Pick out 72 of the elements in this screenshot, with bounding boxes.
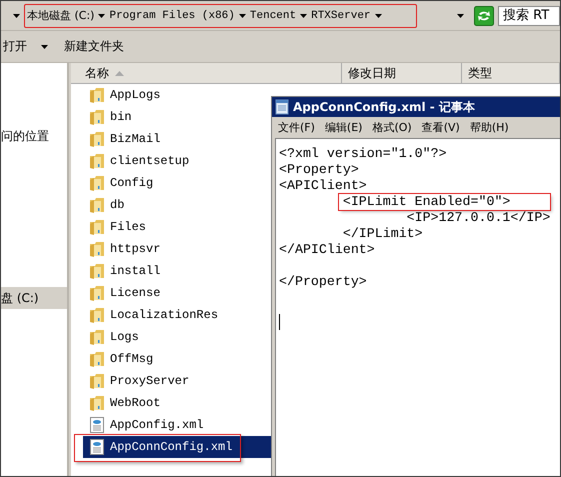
- sidebar-item[interactable]: 问的位置: [1, 125, 67, 147]
- dropdown-arrow-icon: [13, 14, 20, 18]
- text-cursor: [279, 314, 280, 330]
- code-line: <IP>127.0.0.1</IP>: [406, 210, 550, 226]
- text-area[interactable]: <?xml version="1.0"?> <Property> <APIClient> <IPLimit Enabled="0"> <IP>127.0.0.1</IP> </IPLimit> </APIClient> </Property>: [275, 138, 560, 476]
- file-item[interactable]: Config: [71, 172, 236, 194]
- folder-icon: [89, 307, 105, 323]
- file-item[interactable]: LocalizationRes: [71, 304, 236, 326]
- file-item[interactable]: httpsvr: [71, 238, 236, 260]
- file-item[interactable]: BizMail: [71, 128, 236, 150]
- folder-icon: [89, 241, 105, 257]
- menu-item[interactable]: 帮助(H): [470, 120, 509, 134]
- file-item[interactable]: db: [71, 194, 236, 216]
- document-icon: [89, 439, 105, 455]
- menu-item[interactable]: 查看(V): [422, 120, 460, 134]
- column-header[interactable]: 修改日期: [342, 63, 462, 83]
- column-header[interactable]: 类型: [462, 63, 560, 83]
- dropdown-arrow-icon: [98, 14, 106, 18]
- code-line: </APIClient>: [279, 242, 375, 258]
- dropdown-arrow-icon: [457, 14, 464, 18]
- folder-icon: [89, 153, 105, 169]
- code-line: </Property>: [279, 274, 367, 290]
- refresh-icon: [474, 6, 494, 26]
- file-item[interactable]: install: [71, 260, 236, 282]
- dropdown-arrow-icon: [41, 44, 48, 48]
- file-item[interactable]: License: [71, 282, 236, 304]
- folder-icon: [89, 197, 105, 213]
- file-item[interactable]: Files: [71, 216, 236, 238]
- column-header[interactable]: 名称: [71, 63, 342, 83]
- folder-icon: [89, 351, 105, 367]
- window-title: AppConnConfig.xml - 记事本: [293, 98, 475, 116]
- menu-item[interactable]: 编辑(E): [324, 120, 362, 134]
- folder-icon: [89, 109, 105, 125]
- file-item[interactable]: Logs: [71, 326, 236, 348]
- folder-icon: [89, 131, 105, 147]
- sort-ascending-icon: [115, 70, 124, 76]
- search-field[interactable]: 搜索 RT: [498, 6, 560, 26]
- dropdown-arrow-icon: [238, 14, 246, 18]
- file-item[interactable]: AppLogs: [71, 84, 236, 106]
- file-item[interactable]: OffMsg: [71, 348, 236, 370]
- file-item[interactable]: clientsetup: [71, 150, 236, 172]
- breadcrumb[interactable]: RTXServer: [311, 10, 371, 22]
- breadcrumb[interactable]: 本地磁盘 (C:): [27, 8, 94, 23]
- file-item[interactable]: AppConnConfig.xml: [83, 436, 273, 458]
- new-folder-button[interactable]: 新建文件夹: [62, 36, 126, 57]
- breadcrumb[interactable]: Tencent: [250, 10, 296, 22]
- document-icon: [89, 417, 105, 433]
- folder-icon: [89, 87, 105, 103]
- file-item[interactable]: AppConfig.xml: [71, 414, 236, 436]
- folder-icon: [89, 219, 105, 235]
- breadcrumb[interactable]: Program Files (x86): [109, 10, 235, 22]
- code-line: </IPLimit>: [342, 226, 423, 242]
- file-item[interactable]: WebRoot: [71, 392, 236, 414]
- menu-item[interactable]: 格式(O): [372, 120, 412, 134]
- folder-icon: [89, 263, 105, 279]
- open-button[interactable]: 打开: [1, 36, 29, 57]
- folder-icon: [89, 329, 105, 345]
- dropdown-arrow-icon: [300, 14, 308, 18]
- code-line: <APIClient>: [279, 178, 367, 194]
- folder-icon: [89, 285, 105, 301]
- notepad-icon: [275, 99, 289, 115]
- file-item[interactable]: bin: [71, 106, 236, 128]
- folder-icon: [89, 395, 105, 411]
- file-item[interactable]: ProxyServer: [71, 370, 236, 392]
- code-line: <?xml version="1.0"?>: [279, 146, 447, 162]
- code-line: <Property>: [279, 162, 359, 178]
- dropdown-arrow-icon: [374, 14, 382, 18]
- menu-item[interactable]: 文件(F): [278, 120, 315, 134]
- sidebar-item[interactable]: 盘 (C:): [1, 287, 67, 309]
- folder-icon: [89, 175, 105, 191]
- folder-icon: [89, 373, 105, 389]
- code-line: <IPLimit Enabled="0">: [338, 194, 550, 210]
